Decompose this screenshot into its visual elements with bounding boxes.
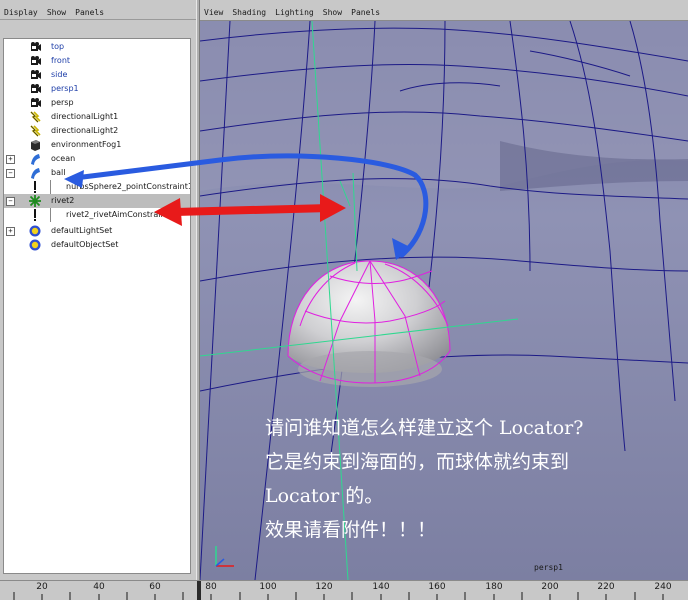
outliner-item-environmentfog1[interactable]: environmentFog1 [4, 138, 190, 152]
outliner-item-directionallight2[interactable]: directionalLight2 [4, 124, 190, 138]
outliner-item-label: ocean [51, 154, 76, 163]
directional-light-icon [30, 125, 41, 137]
collapse-icon[interactable]: − [6, 169, 15, 178]
constraint-icon [34, 181, 36, 193]
time-tick-label: 220 [597, 582, 615, 592]
outliner-item-nurbssphere2-pointconstraint1[interactable]: nurbsSphere2_pointConstraint1 [4, 180, 190, 194]
outliner-item-top[interactable]: top [4, 40, 190, 54]
question-caption: 请问谁知道怎么样建立这个 Locator? 它是约束到海面的，而球体就约束到 L… [265, 411, 675, 547]
time-tick-label: 40 [93, 582, 105, 592]
tree-connector [50, 180, 51, 194]
collapse-icon[interactable]: − [6, 197, 15, 206]
question-line: 它是约束到海面的，而球体就约束到 [265, 451, 570, 473]
time-tick-label: 240 [654, 582, 672, 592]
camera-icon [31, 42, 41, 51]
axis-gizmo-icon [215, 546, 234, 567]
expand-icon[interactable]: + [6, 227, 15, 236]
question-line: Locator 的。 [265, 485, 384, 507]
time-tick-label: 20 [36, 582, 48, 592]
camera-icon [31, 84, 41, 93]
locator-icon [29, 195, 41, 207]
outliner-item-label: side [51, 70, 68, 79]
outliner-list: top front side persp1 persp directionalL… [3, 38, 191, 574]
outliner-item-label: front [51, 56, 71, 65]
time-tick-label: 100 [259, 582, 277, 592]
time-tick-label: 140 [372, 582, 390, 592]
outliner-item-directionallight1[interactable]: directionalLight1 [4, 110, 190, 124]
outliner-item-label: directionalLight1 [51, 112, 119, 121]
time-slider[interactable]: 20 40 60 80 100 120 140 160 180 200 220 … [0, 580, 688, 600]
camera-icon [31, 70, 41, 79]
surface-icon [31, 168, 40, 179]
outliner-item-label: directionalLight2 [51, 126, 119, 135]
outliner-item-label: persp1 [51, 84, 79, 93]
outliner-item-ball[interactable]: − ball [4, 166, 190, 180]
set-icon [29, 239, 41, 251]
fog-icon [31, 140, 40, 151]
tree-connector [50, 208, 51, 222]
outliner-item-label: top [51, 42, 65, 51]
camera-icon [31, 56, 41, 65]
time-tick-label: 60 [149, 582, 161, 592]
current-time-marker[interactable] [197, 581, 201, 600]
outliner-menubar: Display Show Panels [0, 0, 196, 20]
directional-light-icon [30, 111, 41, 123]
outliner-item-rivet2[interactable]: − rivet2 [4, 194, 190, 208]
time-tick-label: 200 [541, 582, 559, 592]
constraint-icon [34, 209, 36, 221]
question-line: 效果请看附件！！！ [265, 519, 437, 541]
expand-icon[interactable]: + [6, 155, 15, 164]
viewport-camera-name: persp1 [534, 563, 563, 572]
camera-icon [31, 98, 41, 107]
outliner-panel: Display Show Panels top front side persp… [0, 0, 196, 580]
viewport-canvas[interactable]: 请问谁知道怎么样建立这个 Locator? 它是约束到海面的，而球体就约束到 L… [200, 21, 688, 580]
outliner-item-label: nurbsSphere2_pointConstraint1 [66, 182, 191, 191]
outliner-item-label: rivet2_rivetAimConstraint1 [66, 210, 174, 219]
outliner-toolbar [0, 20, 196, 48]
surface-icon [31, 154, 40, 165]
outliner-item-label: ball [51, 168, 66, 177]
question-line: 请问谁知道怎么样建立这个 Locator? [265, 417, 584, 439]
set-icon [29, 225, 41, 237]
outliner-item-label: environmentFog1 [51, 140, 122, 149]
time-tick-label: 80 [205, 582, 217, 592]
outliner-item-ocean[interactable]: + ocean [4, 152, 190, 166]
viewport-panel: View Shading Lighting Show Panels 请问谁知道怎… [200, 0, 688, 580]
outliner-item-label: defaultLightSet [51, 226, 113, 235]
time-tick-label: 180 [485, 582, 503, 592]
outliner-item-defaultlightset[interactable]: + defaultLightSet [4, 224, 190, 238]
outliner-item-side[interactable]: side [4, 68, 190, 82]
outliner-item-rivet2-rivetaimconstraint1[interactable]: rivet2_rivetAimConstraint1 [4, 208, 190, 222]
outliner-item-persp[interactable]: persp [4, 96, 190, 110]
outliner-item-label: persp [51, 98, 74, 107]
time-tick-label: 160 [428, 582, 446, 592]
outliner-item-label: defaultObjectSet [51, 240, 119, 249]
outliner-item-persp1[interactable]: persp1 [4, 82, 190, 96]
time-tick-label: 120 [315, 582, 333, 592]
outliner-item-defaultobjectset[interactable]: defaultObjectSet [4, 238, 190, 252]
viewport-menubar: View Shading Lighting Show Panels [200, 0, 688, 21]
outliner-item-label: rivet2 [51, 196, 75, 205]
outliner-item-front[interactable]: front [4, 54, 190, 68]
